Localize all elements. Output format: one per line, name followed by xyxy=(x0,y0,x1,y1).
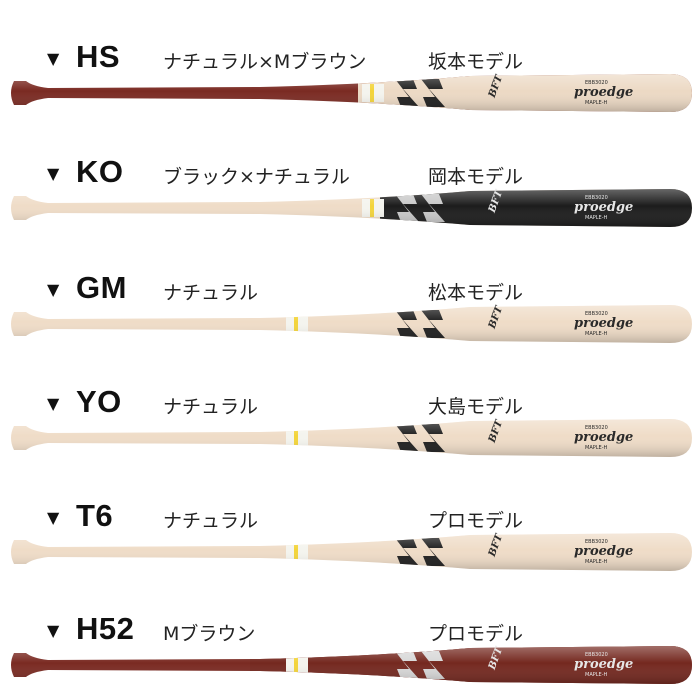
bat-row: ▼ H52 Mブラウン プロモデル BFT EBB3020 proedge MAPLE-H xyxy=(0,585,700,698)
bat-image: BFT EBB3020proedgeMAPLE-H xyxy=(11,72,692,112)
bat-image: BFT EBB3020proedgeMAPLE-H xyxy=(11,187,692,227)
bat-image: BFT EBB3020proedgeMAPLE-H xyxy=(11,531,692,571)
bat-row: ▼ HS ナチュラル×Mブラウン 坂本モデル BFT EBB3020 proedge MAPL… xyxy=(0,13,700,126)
bat-brand: proedge xyxy=(574,657,633,672)
bat-image: BFT EBB3020proedgeMAPLE-H xyxy=(11,644,692,684)
bat-wood-type: MAPLE-H xyxy=(585,100,607,106)
bat-brand: proedge xyxy=(574,430,633,445)
bat-wood-type: MAPLE-H xyxy=(585,559,607,565)
bat-brand: proedge xyxy=(574,85,633,100)
bat-wood-type: MAPLE-H xyxy=(585,445,607,451)
bat-image: BFT EBB3020proedgeMAPLE-H xyxy=(11,417,692,457)
bat-wood-type: MAPLE-H xyxy=(585,331,607,337)
bat-wood-type: MAPLE-H xyxy=(585,215,607,221)
bat-row: ▼ T6 ナチュラル プロモデル BFT EBB3020 proedge MAPLE-H xyxy=(0,472,700,585)
bat-wood-type: MAPLE-H xyxy=(585,672,607,678)
bat-brand: proedge xyxy=(574,200,633,215)
bat-brand: proedge xyxy=(574,544,633,559)
bat-row: ▼ YO ナチュラル 大島モデル BFT EBB3020 proedge MAPLE-H xyxy=(0,358,700,471)
bat-brand: proedge xyxy=(574,316,633,331)
bat-row: ▼ GM ナチュラル 松本モデル BFT EBB3020 proedge MAPLE-H xyxy=(0,244,700,357)
bat-row: ▼ KO ブラック×ナチュラル 岡本モデル BFT EBB3020 proedge MAPLE… xyxy=(0,128,700,241)
bat-image: BFT EBB3020proedgeMAPLE-H xyxy=(11,303,692,343)
